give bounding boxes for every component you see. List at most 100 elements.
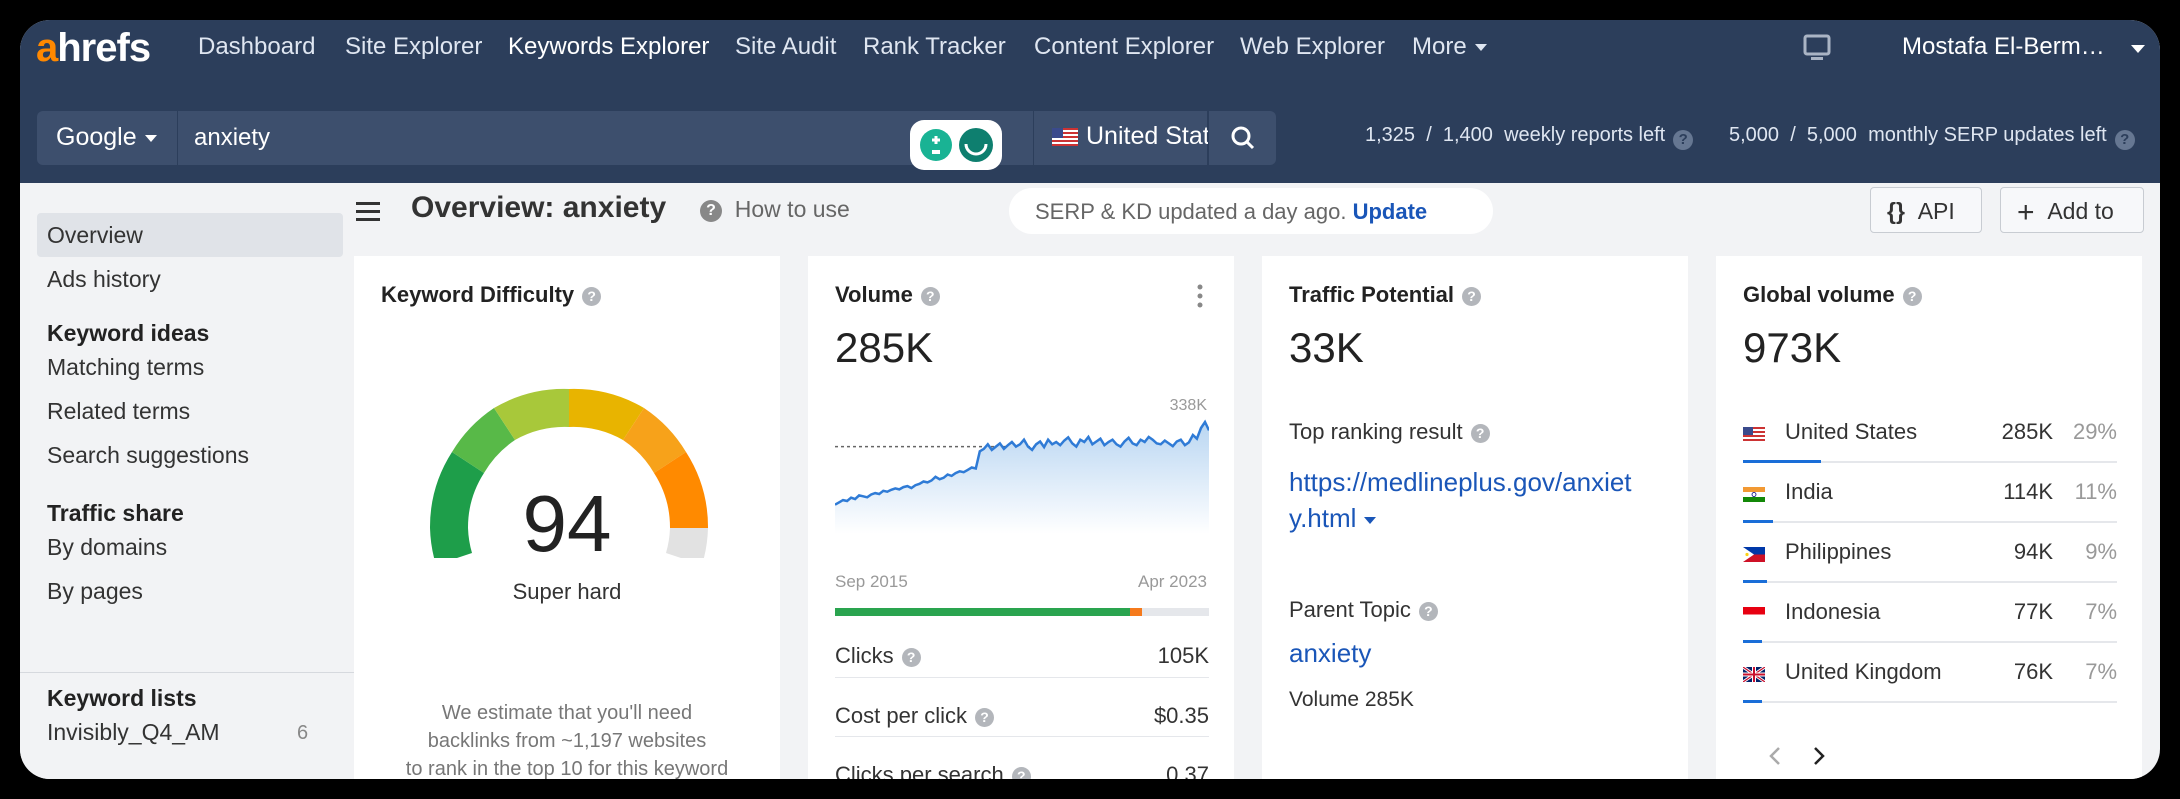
weekly-quota: 1,325 / 1,400 weekly reports left? [1365,124,1694,150]
api-label: API [1917,198,1955,224]
country-name: India [1785,479,1833,504]
sidebar-item-matching-terms[interactable]: Matching terms [37,345,343,389]
nav-web-explorer[interactable]: Web Explorer [1240,33,1385,61]
hamburger-menu-icon[interactable] [354,197,382,225]
nav-more-label: More [1412,33,1467,60]
page-title: Overview: anxiety [411,191,667,224]
traffic-title: Traffic Potential [1289,282,1455,307]
divider [835,677,1209,678]
nav-rank-tracker[interactable]: Rank Tracker [863,33,1006,61]
country-volume: 114K [2003,479,2053,504]
volume-title: Volume [835,282,913,307]
share-bar-fill [1743,700,1762,703]
search-engine-select[interactable]: Google [37,111,177,165]
search-icon [1231,126,1255,150]
monthly-label: monthly SERP updates left [1868,124,2107,146]
ahrefs-logo[interactable]: ahrefs [36,26,151,80]
nav-site-explorer[interactable]: Site Explorer [345,33,482,61]
country-volume: 76K [2013,659,2053,684]
sidebar-heading-keyword-ideas: Keyword ideas [47,320,210,346]
help-icon[interactable]: ? [582,287,602,306]
estimate-line: We estimate that you'll need [441,702,693,724]
parent-topic-link[interactable]: anxiety [1289,638,1371,669]
help-icon: ? [700,200,722,222]
plus-icon: + [2017,196,2035,229]
estimate-line: backlinks from ~1,197 websites [427,730,707,752]
country-volume: 77K [2013,599,2053,624]
indonesia-flag-icon [1743,607,1765,622]
sidebar-item-by-pages[interactable]: By pages [37,569,343,613]
country-percent: 29% [2072,419,2117,444]
clicks-split-bar [835,608,1209,616]
help-icon[interactable]: ? [1462,287,1482,306]
api-button[interactable]: {} API [1870,187,1982,233]
share-bar-fill [1743,520,1773,523]
help-icon[interactable]: ? [1418,602,1438,621]
sidebar-item-ads-history[interactable]: Ads history [37,257,343,301]
nav-keywords-explorer[interactable]: Keywords Explorer [508,33,709,61]
help-icon[interactable]: ? [1902,287,1922,306]
keyword-list-count: 6 [297,722,309,744]
chevron-right-icon[interactable] [1810,744,1828,768]
country-row[interactable]: United States 285K 29% [1743,411,2117,471]
sidebar-heading-keyword-lists: Keyword lists [47,685,197,711]
weekly-used: 1,325 [1365,124,1416,146]
parent-topic-label-text: Parent Topic [1289,597,1411,622]
chevron-left-icon[interactable] [1766,744,1784,768]
country-percent: 7% [2085,599,2117,624]
us-flag-icon [1052,128,1078,146]
help-icon[interactable]: ? [920,287,940,306]
country-volume: 285K [2001,419,2053,444]
country-volume: 94K [2013,539,2053,564]
user-menu[interactable]: Mostafa El-Berm… [1902,33,2105,61]
nav-more[interactable]: More [1412,33,1487,61]
help-icon[interactable]: ? [1011,767,1031,779]
monitor-icon[interactable] [1801,32,1833,64]
nav-site-audit[interactable]: Site Audit [735,33,836,61]
keyword-search-input[interactable] [177,111,1033,165]
sidebar-item-related-terms[interactable]: Related terms [37,389,343,433]
share-bar-fill [1743,640,1762,643]
metric-clicks: Clicks? 105K [835,643,1209,669]
country-row[interactable]: Philippines 94K 9% [1743,531,2117,591]
top-result-link[interactable]: https://medlineplus.gov/anxiet y.html [1289,464,1632,536]
add-to-button[interactable]: + Add to [2000,187,2144,233]
share-bar-track [1743,521,2117,523]
help-icon[interactable]: ? [1673,130,1694,150]
traffic-value: 33K [1289,324,1364,371]
how-to-use-link[interactable]: ? How to use [700,196,850,223]
kd-label: Super hard [512,579,622,604]
search-button[interactable] [1208,111,1276,165]
philippines-flag-icon [1743,547,1765,562]
chevron-down-icon[interactable] [2131,45,2145,53]
card-title: Volume? [835,282,940,308]
url-line: y.html [1289,503,1357,533]
sidebar-item-by-domains[interactable]: By domains [37,525,343,569]
country-select[interactable]: United States [1033,111,1257,165]
help-icon[interactable]: ? [2114,130,2135,150]
help-icon[interactable]: ? [975,708,995,727]
keyword-list-name: Invisibly_Q4_AM [47,719,220,745]
chart-max-label: 338K [1169,397,1207,414]
serp-update-status: SERP & KD updated a day ago. Update [1009,188,1493,234]
update-link[interactable]: Update [1353,199,1428,224]
sidebar-item-overview[interactable]: Overview [37,213,343,257]
share-bar-track [1743,641,2117,643]
cpc-label: Cost per click [835,703,968,728]
volume-value: 285K [835,324,934,371]
card-title: Traffic Potential? [1289,282,1482,308]
card-title: Global volume? [1743,282,1922,308]
country-row[interactable]: India 114K 11% [1743,471,2117,531]
nav-content-explorer[interactable]: Content Explorer [1034,33,1214,61]
chevron-down-icon[interactable] [1364,516,1377,524]
help-icon[interactable]: ? [901,648,921,667]
weekly-separator: / [1426,124,1432,146]
nav-dashboard[interactable]: Dashboard [198,33,315,61]
country-row[interactable]: Indonesia 77K 7% [1743,591,2117,651]
more-options-icon[interactable] [1196,284,1204,308]
sidebar-item-search-suggestions[interactable]: Search suggestions [37,433,343,477]
extension-widget[interactable] [910,120,1002,170]
country-row[interactable]: United Kingdom 76K 7% [1743,651,2117,711]
help-icon[interactable]: ? [1470,424,1490,443]
search-engine-label: Google [56,123,137,151]
